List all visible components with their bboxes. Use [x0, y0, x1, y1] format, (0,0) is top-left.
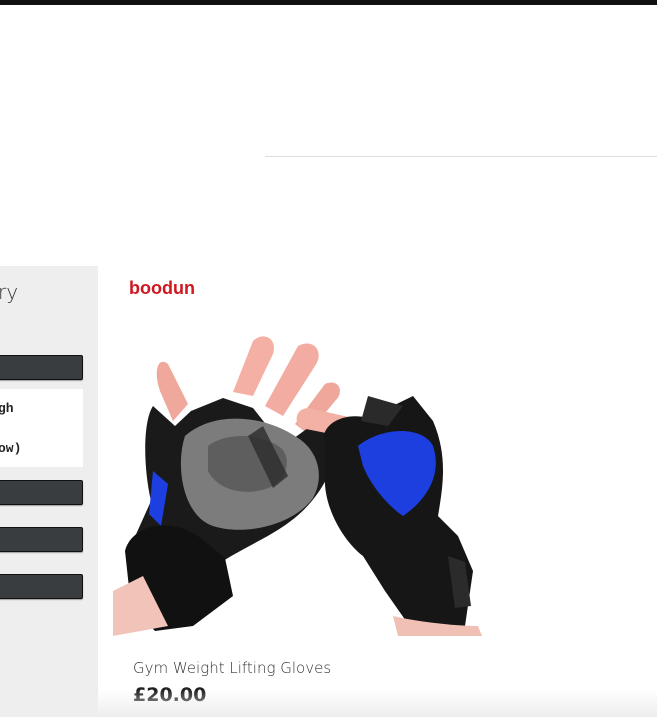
bottom-fade — [98, 690, 657, 717]
gloves-image — [113, 336, 482, 636]
product-name[interactable]: Gym Weight Lifting Gloves — [133, 659, 331, 677]
header-divider — [265, 156, 657, 157]
filter-option-1[interactable]: gh — [0, 401, 14, 416]
sidebar-title: ry — [0, 280, 19, 304]
filter-toggle-button-3[interactable] — [0, 527, 83, 552]
filter-option-2[interactable]: ow) — [0, 441, 21, 456]
filter-toggle-button-2[interactable] — [0, 480, 83, 505]
top-bar — [0, 0, 657, 5]
filter-options-panel: gh ow) — [0, 389, 83, 467]
filter-toggle-button-1[interactable] — [0, 355, 83, 380]
product-card[interactable]: boodun Gym Weight Lifting Gloves — [113, 266, 657, 717]
brand-logo: boodun — [129, 278, 195, 298]
product-image[interactable] — [113, 326, 482, 636]
filter-sidebar: ry gh ow) — [0, 266, 98, 717]
filter-toggle-button-4[interactable] — [0, 574, 83, 599]
